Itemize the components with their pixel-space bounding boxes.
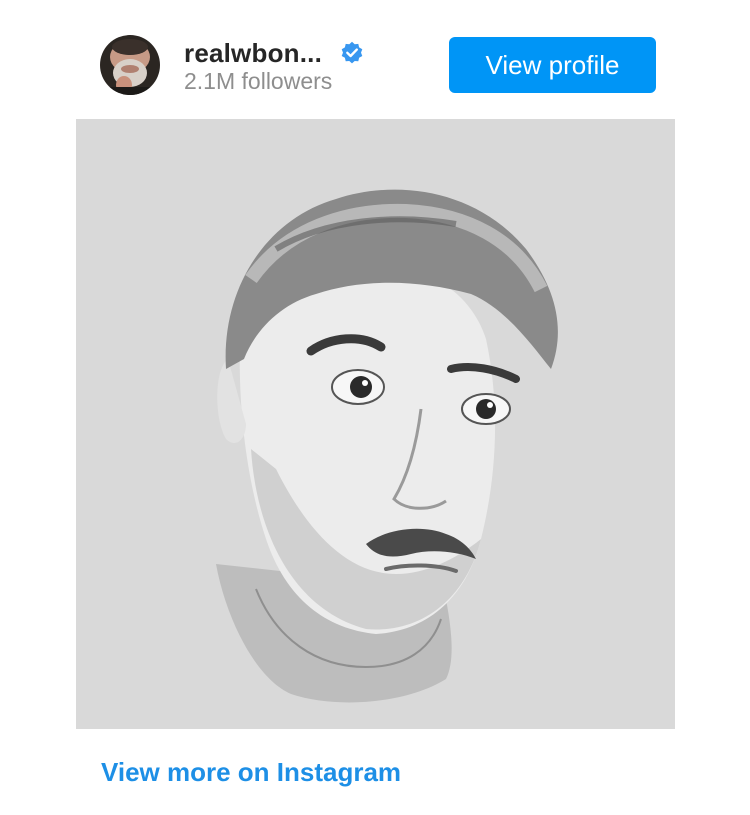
instagram-embed: realwbon... 2.1M followers View profile [0,0,750,815]
verified-badge-icon [340,41,364,65]
portrait-photo [76,119,675,729]
avatar-photo [100,35,160,95]
profile-avatar[interactable] [100,35,160,95]
view-profile-button[interactable]: View profile [449,37,656,93]
username-row: realwbon... [184,36,364,70]
follower-count: 2.1M followers [184,68,333,94]
embed-header: realwbon... 2.1M followers View profile [0,0,750,118]
username[interactable]: realwbon... [184,38,322,69]
post-image[interactable] [76,119,675,729]
view-more-on-instagram-link[interactable]: View more on Instagram [101,757,401,788]
